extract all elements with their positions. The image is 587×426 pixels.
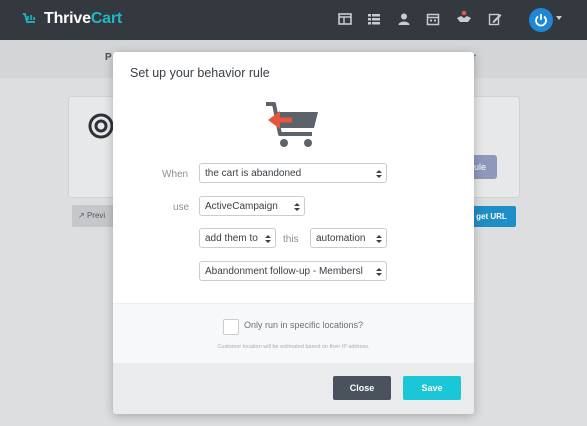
close-button[interactable]: Close (333, 376, 391, 400)
select-arrows-icon (376, 268, 382, 276)
trigger-select-value: the cart is abandoned (205, 168, 302, 179)
get-url-button[interactable]: get URL (467, 206, 516, 227)
this-label: this (283, 234, 299, 245)
subnav-tab-left[interactable]: P (105, 52, 112, 63)
locations-checkbox-label[interactable]: Only run in specific locations? (244, 320, 363, 330)
account-avatar[interactable] (529, 8, 553, 32)
chevron-down-icon[interactable] (556, 16, 562, 20)
select-arrows-icon (376, 235, 382, 243)
select-arrows-icon (294, 203, 300, 211)
modal-footer: Close Save (113, 363, 474, 414)
automation-select-value: Abandonment follow-up - Membersl (205, 266, 363, 277)
brand-logo[interactable]: ThriveCart (22, 10, 122, 28)
target-type-select-value: automation (316, 233, 366, 244)
action-select[interactable]: add them to (199, 228, 276, 248)
calendar-icon[interactable] (426, 12, 440, 26)
list-icon[interactable] (367, 12, 381, 26)
select-arrows-icon (376, 170, 382, 178)
integration-select-value: ActiveCampaign (205, 201, 278, 212)
cart-abandon-icon (266, 102, 318, 147)
use-label: use (173, 202, 190, 213)
locations-checkbox[interactable] (223, 319, 239, 335)
integration-select[interactable]: ActiveCampaign (199, 196, 305, 216)
behavior-rule-modal: Set up your behavior rule When the cart … (113, 52, 474, 414)
trigger-select[interactable]: the cart is abandoned (199, 163, 387, 183)
when-label: When (162, 169, 189, 180)
handshake-icon[interactable] (456, 9, 472, 25)
preview-label: Previ (86, 211, 106, 220)
external-link-icon: ↗ (78, 211, 85, 220)
layout-icon[interactable] (338, 12, 352, 26)
top-navbar: ThriveCart (0, 0, 587, 40)
location-section: Only run in specific locations? Customer… (113, 303, 474, 364)
select-arrows-icon (265, 235, 271, 243)
brand-name: ThriveCart (44, 10, 123, 27)
power-icon (535, 14, 547, 27)
location-hint: Customer location will be estimated base… (217, 344, 370, 350)
user-icon[interactable] (397, 12, 411, 26)
target-type-select[interactable]: automation (310, 228, 387, 248)
modal-title: Set up your behavior rule (130, 66, 270, 80)
preview-button[interactable]: ↗ Previ (72, 205, 116, 227)
edit-icon[interactable] (488, 12, 502, 26)
action-select-value: add them to (205, 233, 258, 244)
save-button[interactable]: Save (403, 376, 461, 400)
automation-select[interactable]: Abandonment follow-up - Membersl (199, 261, 387, 281)
cart-logo-icon (23, 13, 35, 23)
target-icon (88, 113, 114, 139)
